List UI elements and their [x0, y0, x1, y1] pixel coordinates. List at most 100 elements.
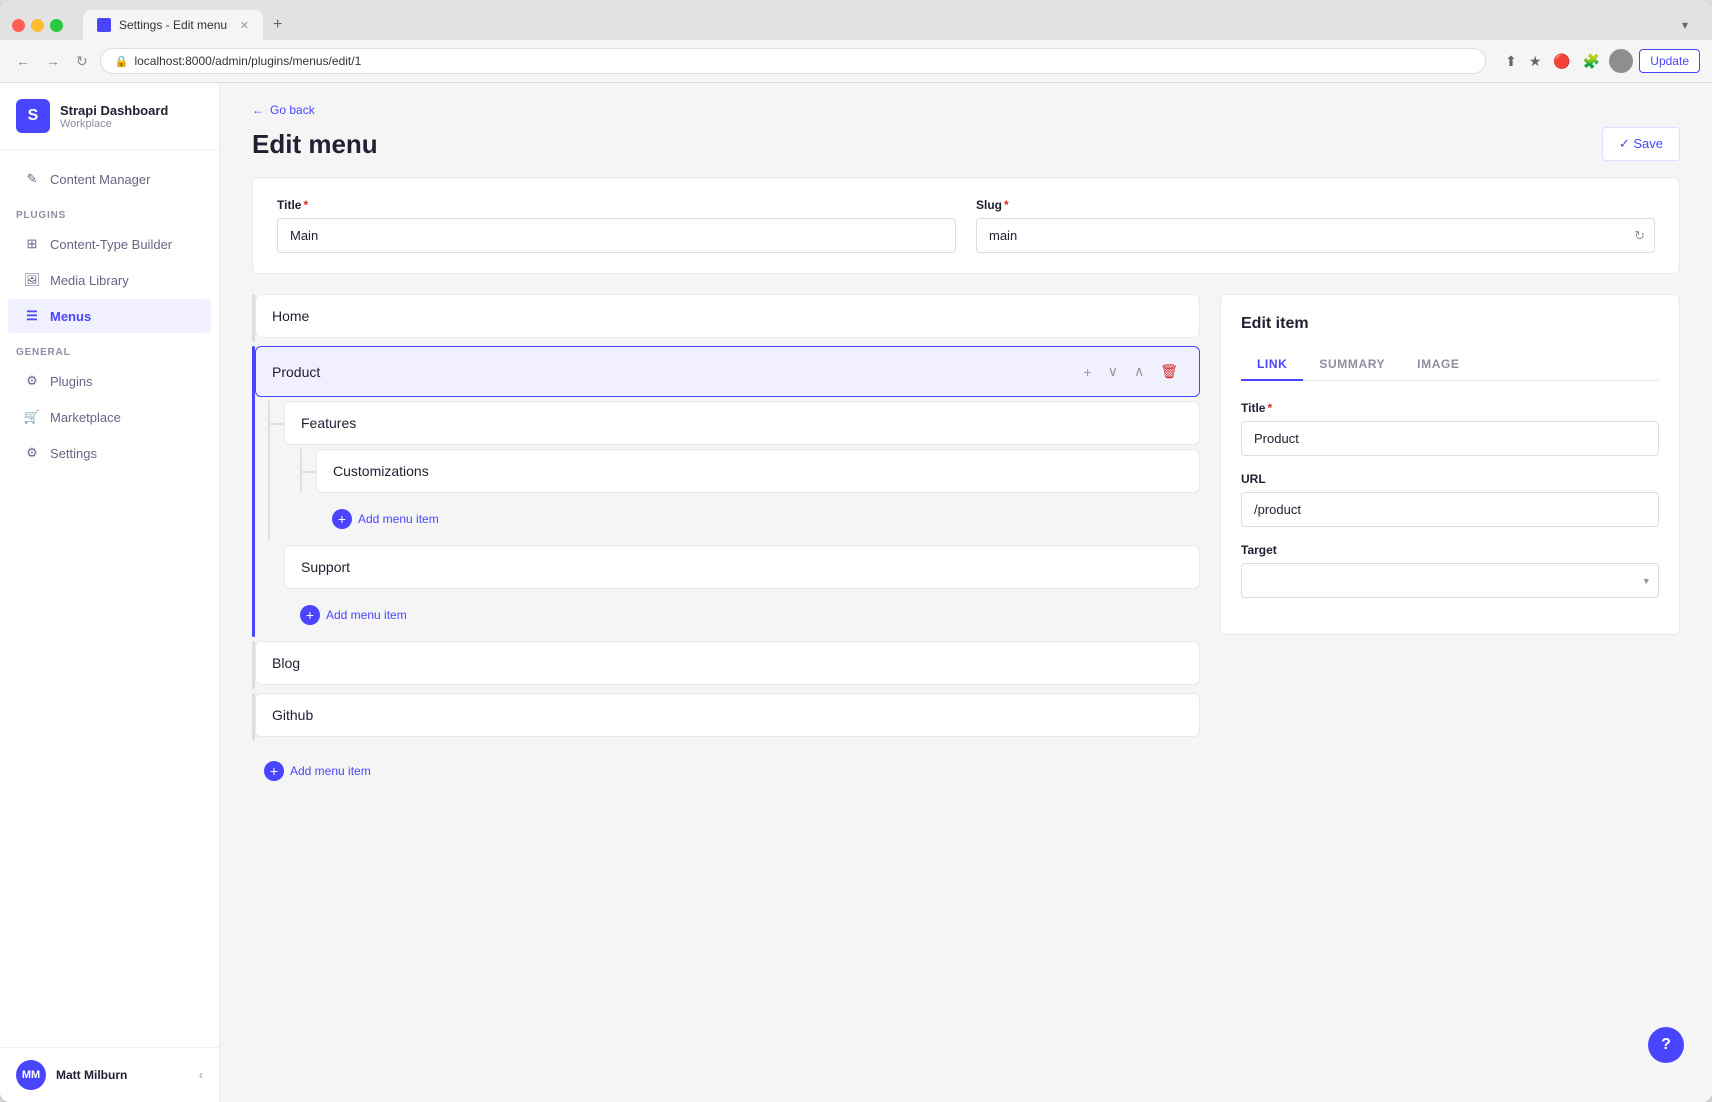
features-add-plus-icon: +	[332, 509, 352, 529]
product-add-child-button[interactable]: +	[1079, 361, 1097, 383]
edit-title-input[interactable]	[1241, 421, 1659, 456]
slug-input[interactable]	[976, 218, 1655, 253]
menu-item-wrapper-github: Github	[252, 693, 1200, 741]
reload-button[interactable]: ↻	[72, 51, 92, 72]
share-icon[interactable]: ⬆	[1502, 50, 1520, 73]
minimize-traffic-light[interactable]	[31, 19, 44, 32]
plugins-section-label: PLUGINS	[0, 198, 219, 227]
sidebar-label-content-manager: Content Manager	[50, 172, 150, 187]
sidebar-item-menus[interactable]: ☰ Menus	[8, 299, 211, 333]
title-input[interactable]	[277, 218, 956, 253]
traffic-lights	[12, 19, 63, 32]
sidebar-item-marketplace[interactable]: 🛒 Marketplace	[8, 400, 211, 434]
new-tab-button[interactable]: +	[263, 10, 292, 40]
save-button[interactable]: ✓ Save	[1602, 127, 1680, 161]
github-left-bar	[252, 693, 255, 741]
menu-item-wrapper-features: Features Customizations	[284, 401, 1200, 541]
grid-icon: ⊞	[24, 236, 40, 252]
sidebar-label-settings: Settings	[50, 446, 97, 461]
root-add-menu-item-button[interactable]: + Add menu item	[252, 753, 383, 789]
cart-icon: 🛒	[24, 409, 40, 425]
root-add-plus-icon: +	[264, 761, 284, 781]
menu-item-github[interactable]: Github	[255, 693, 1200, 737]
title-field-label: Title*	[277, 198, 956, 212]
edit-title-label: Title*	[1241, 401, 1659, 415]
extension-icon-1[interactable]: 🔴	[1550, 50, 1573, 73]
extension-icon-2[interactable]: 🧩	[1580, 50, 1603, 73]
brand-initials: S	[28, 107, 39, 125]
sidebar-item-plugins[interactable]: ⚙ Plugins	[8, 364, 211, 398]
brand-subtitle: Workplace	[60, 118, 168, 130]
forward-nav-button[interactable]: →	[42, 51, 64, 71]
image-icon: 🖼	[24, 272, 40, 288]
product-add-label: Add menu item	[326, 608, 407, 622]
tab-close-icon[interactable]: ✕	[240, 19, 249, 32]
active-browser-tab[interactable]: Settings - Edit menu ✕	[83, 10, 263, 40]
home-left-bar	[252, 294, 255, 342]
sidebar-footer: MM Matt Milburn ‹	[0, 1047, 219, 1102]
back-nav-button[interactable]: ←	[12, 51, 34, 71]
close-traffic-light[interactable]	[12, 19, 25, 32]
product-add-menu-item-button[interactable]: + Add menu item	[288, 597, 419, 633]
tab-bar: Settings - Edit menu ✕ +	[83, 10, 292, 40]
tab-image[interactable]: IMAGE	[1401, 349, 1475, 381]
help-button[interactable]: ?	[1648, 1027, 1684, 1063]
update-button[interactable]: Update	[1639, 49, 1700, 73]
menu-item-wrapper-home: Home	[252, 294, 1200, 342]
browser-dropdown-icon[interactable]: ▾	[1682, 18, 1700, 32]
menu-tree: Home Product + ∨ ∧ 🗑	[252, 294, 1200, 793]
general-section-label: GENERAL	[0, 335, 219, 364]
menu-item-features[interactable]: Features	[284, 401, 1200, 445]
product-move-down-button[interactable]: ∨	[1103, 360, 1123, 383]
sidebar-item-content-manager[interactable]: ✎ Content Manager	[8, 162, 211, 196]
product-add-plus-icon: +	[300, 605, 320, 625]
sidebar-label-marketplace: Marketplace	[50, 410, 121, 425]
address-bar[interactable]: 🔒 localhost:8000/admin/plugins/menus/edi…	[100, 48, 1486, 74]
features-item-label: Features	[301, 415, 1183, 431]
tab-summary[interactable]: SUMMARY	[1303, 349, 1401, 381]
main-content: ← Go back Edit menu ✓ Save Title*	[220, 83, 1712, 1102]
title-required-indicator: *	[303, 198, 308, 212]
menu-item-wrapper-blog: Blog	[252, 641, 1200, 689]
menu-item-customizations[interactable]: Customizations	[316, 449, 1200, 493]
lock-icon: 🔒	[115, 55, 129, 68]
product-move-up-button[interactable]: ∧	[1129, 360, 1149, 383]
menu-item-product[interactable]: Product + ∨ ∧ 🗑	[255, 346, 1200, 397]
tab-favicon-icon	[97, 18, 111, 32]
edit-url-input[interactable]	[1241, 492, 1659, 527]
back-link[interactable]: ← Go back	[252, 103, 1680, 117]
menu-item-wrapper-customizations: Customizations	[316, 449, 1200, 493]
page-title-row: Edit menu ✓ Save	[252, 127, 1680, 161]
edit-target-select[interactable]: _blank _self _parent _top	[1241, 563, 1659, 598]
bookmark-icon[interactable]: ★	[1526, 50, 1545, 73]
menu-item-home[interactable]: Home	[255, 294, 1200, 338]
sidebar-label-plugins: Plugins	[50, 374, 93, 389]
sidebar: S Strapi Dashboard Workplace ✎ Content M…	[0, 83, 220, 1102]
maximize-traffic-light[interactable]	[50, 19, 63, 32]
browser-user-avatar[interactable]	[1609, 49, 1633, 73]
back-arrow-icon: ←	[252, 103, 264, 117]
slug-required-indicator: *	[1004, 198, 1009, 212]
product-item-label: Product	[272, 364, 1079, 380]
menu-item-blog[interactable]: Blog	[255, 641, 1200, 685]
slug-input-wrapper: ↻	[976, 218, 1655, 253]
tab-link[interactable]: LINK	[1241, 349, 1303, 381]
title-form-group: Title*	[277, 198, 956, 253]
sidebar-collapse-button[interactable]: ‹	[199, 1068, 203, 1082]
product-left-bar	[252, 346, 255, 637]
edit-item-title: Edit item	[1241, 315, 1659, 333]
app-container: S Strapi Dashboard Workplace ✎ Content M…	[0, 83, 1712, 1102]
brand-icon: S	[16, 99, 50, 133]
blog-item-label: Blog	[272, 655, 1183, 671]
features-add-menu-item-button[interactable]: + Add menu item	[320, 501, 451, 537]
menu-item-support[interactable]: Support	[284, 545, 1200, 589]
sidebar-item-content-type-builder[interactable]: ⊞ Content-Type Builder	[8, 227, 211, 261]
back-link-label: Go back	[270, 103, 315, 117]
brand-name: Strapi Dashboard	[60, 103, 168, 118]
home-item-label: Home	[272, 308, 1183, 324]
product-delete-button[interactable]: 🗑	[1155, 360, 1183, 383]
features-children: Customizations + Add menu item	[316, 449, 1200, 541]
sidebar-item-media-library[interactable]: 🖼 Media Library	[8, 263, 211, 297]
sidebar-item-settings[interactable]: ⚙ Settings	[8, 436, 211, 470]
title-slug-form-card: Title* Slug* ↻	[252, 177, 1680, 274]
